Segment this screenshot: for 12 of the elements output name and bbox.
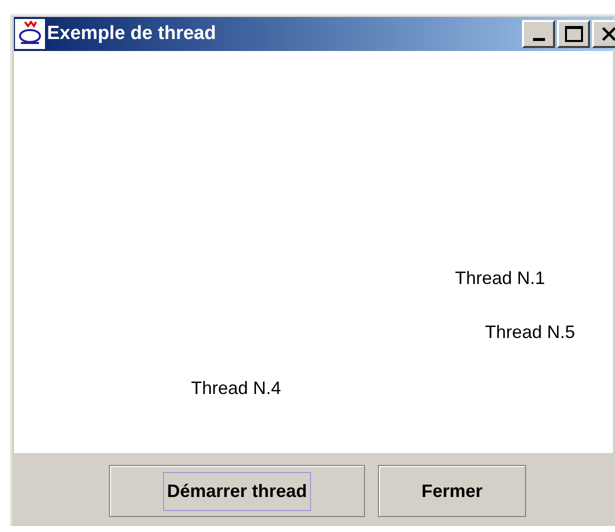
app-icon: [15, 19, 45, 49]
close-window-button[interactable]: Fermer: [378, 465, 526, 517]
thread-label: Thread N.5: [485, 321, 576, 344]
close-icon: [600, 27, 615, 41]
maximize-button[interactable]: [557, 20, 590, 48]
thread-label: Thread N.1: [455, 267, 546, 290]
thread-label: Thread N.4: [191, 377, 282, 400]
minimize-button[interactable]: [522, 20, 555, 48]
maximize-icon: [564, 26, 582, 42]
window-title: Exemple de thread: [47, 22, 216, 46]
minimize-icon: [532, 38, 544, 41]
start-button[interactable]: Démarrer thread: [109, 465, 365, 517]
